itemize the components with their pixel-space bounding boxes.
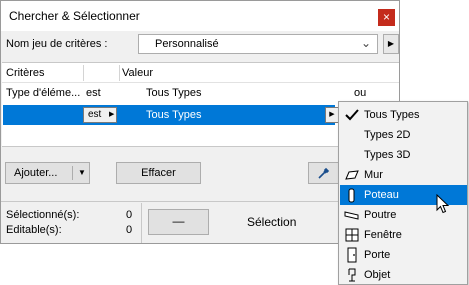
row-criterion: Type d'éléme... xyxy=(6,87,81,99)
editable-count-label: Editable(s): xyxy=(6,224,62,236)
menu-item-wall[interactable]: Mur xyxy=(340,165,467,185)
menu-item-label: Fenêtre xyxy=(364,229,402,241)
element-type-dropdown: Tous Types Types 2D Types 3D Mur Poteau … xyxy=(338,101,468,285)
eyedropper-button[interactable] xyxy=(308,162,339,184)
criteria-set-value: Personnalisé xyxy=(155,38,219,50)
operator-select[interactable]: est ▶ xyxy=(83,107,117,123)
door-icon xyxy=(347,247,357,263)
title-bar: Chercher & Sélectionner × xyxy=(1,1,399,31)
checkmark-icon xyxy=(345,109,359,121)
menu-item-label: Types 2D xyxy=(364,129,411,141)
clear-button[interactable]: Effacer xyxy=(116,162,201,184)
col-header-criteria: Critères xyxy=(6,67,45,79)
header-divider xyxy=(83,65,84,81)
menu-item-object[interactable]: Objet xyxy=(340,265,467,285)
criteria-set-menu-button[interactable]: ▶ xyxy=(383,34,399,54)
row-operator: est xyxy=(86,87,101,99)
criteria-set-select[interactable]: Personnalisé ⌄ xyxy=(138,34,378,54)
header-line xyxy=(2,82,399,83)
object-icon xyxy=(348,268,356,282)
table-row-selected[interactable]: est ▶ Tous Types ▶ xyxy=(3,105,339,125)
menu-item-door[interactable]: Porte xyxy=(340,245,467,265)
menu-item-label: Tous Types xyxy=(364,109,420,121)
menu-item-3d-types[interactable]: Types 3D xyxy=(340,145,467,165)
menu-item-window[interactable]: Fenêtre xyxy=(340,225,467,245)
dialog-title: Chercher & Sélectionner xyxy=(9,9,140,23)
menu-item-2d-types[interactable]: Types 2D xyxy=(340,125,467,145)
value-menu-button[interactable]: ▶ xyxy=(325,107,339,123)
header-divider xyxy=(119,65,120,81)
triangle-right-icon: ▶ xyxy=(109,111,115,118)
chevron-down-icon: ⌄ xyxy=(360,36,371,50)
wall-icon xyxy=(345,170,359,180)
criteria-set-label: Nom jeu de critères : xyxy=(6,38,108,50)
selected-count-label: Sélectionné(s): xyxy=(6,209,80,221)
menu-item-label: Poutre xyxy=(364,209,397,221)
menu-item-label: Porte xyxy=(364,249,391,261)
editable-count-value: 0 xyxy=(126,224,133,236)
chevron-down-icon: ▼ xyxy=(78,168,86,177)
add-button-label: Ajouter... xyxy=(14,167,58,179)
col-header-value: Valeur xyxy=(122,67,153,79)
menu-item-label: Types 3D xyxy=(364,149,411,161)
deselect-button[interactable]: — xyxy=(148,209,209,235)
select-button[interactable]: Sélection xyxy=(247,215,296,229)
add-button[interactable]: Ajouter... ▼ xyxy=(5,162,90,184)
beam-icon xyxy=(344,211,359,220)
window-icon xyxy=(345,228,359,242)
menu-item-label: Mur xyxy=(364,169,383,181)
column-icon xyxy=(348,188,355,203)
split-divider xyxy=(72,166,73,180)
menu-item-label: Poteau xyxy=(364,189,399,201)
eyedropper-icon xyxy=(318,167,330,179)
operator-value: est xyxy=(88,109,102,120)
menu-item-label: Objet xyxy=(364,269,391,281)
close-button[interactable]: × xyxy=(378,9,395,26)
row-link-operator: ou xyxy=(354,87,367,99)
selected-count-value: 0 xyxy=(126,209,133,221)
mouse-cursor-icon xyxy=(436,194,450,214)
row-value: Tous Types xyxy=(146,87,202,99)
row-value-selected: Tous Types xyxy=(146,109,202,121)
status-divider xyxy=(141,203,142,243)
menu-item-all-types[interactable]: Tous Types xyxy=(340,105,467,125)
